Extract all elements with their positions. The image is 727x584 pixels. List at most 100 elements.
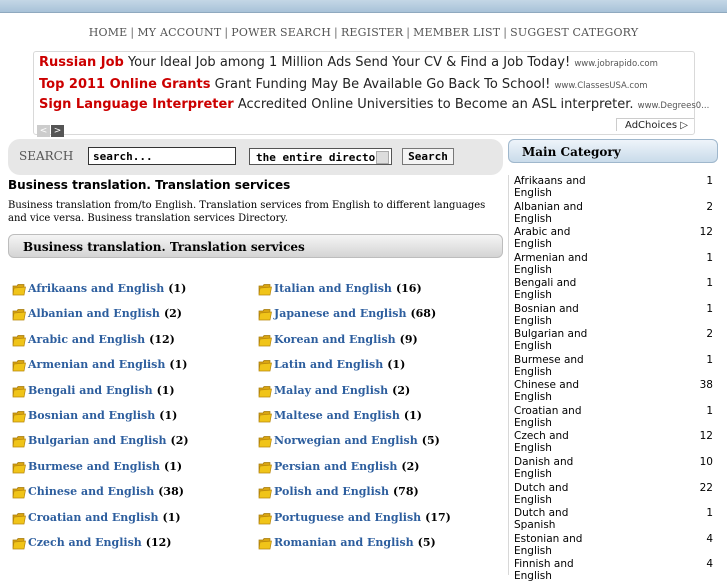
category-link[interactable]: Bosnian and English [28, 409, 155, 422]
sidebar-item[interactable]: Arabic and English 12 [509, 226, 719, 252]
sidebar-item-label[interactable]: Albanian and English [514, 201, 604, 225]
category-link[interactable]: Arabic and English [28, 333, 145, 346]
sidebar-item[interactable]: Dutch and English 22 [509, 482, 719, 508]
nav-link-suggest-category[interactable]: SUGGEST CATEGORY [510, 26, 638, 39]
category-count: (12) [145, 535, 172, 549]
sidebar-item[interactable]: Albanian and English 2 [509, 201, 719, 227]
category-link[interactable]: Malay and English [274, 384, 388, 397]
ad-title[interactable]: Top 2011 Online Grants [39, 77, 211, 92]
sidebar-item-label[interactable]: Danish and English [514, 456, 604, 480]
sidebar-item-label[interactable]: Bulgarian and English [514, 328, 604, 352]
sidebar-item-label[interactable]: Afrikaans and English [514, 175, 604, 199]
ad-url[interactable]: www.ClassesUSA.com [554, 81, 647, 91]
category-link[interactable]: Japanese and English [274, 307, 406, 320]
ad-title[interactable]: Russian Job [39, 55, 124, 70]
category-link[interactable]: Burmese and English [28, 460, 160, 473]
category-count: (1) [164, 459, 183, 473]
category-count: (5) [417, 535, 436, 549]
sidebar-item-label[interactable]: Bosnian and English [514, 303, 604, 327]
category-count: (1) [403, 408, 422, 422]
sidebar-item[interactable]: Czech and English 12 [509, 430, 719, 456]
sidebar-item-label[interactable]: Arabic and English [514, 226, 604, 250]
ad-url[interactable]: www.jobrapido.com [574, 59, 658, 69]
nav-separator: | [503, 26, 508, 39]
sidebar-item-label[interactable]: Dutch and English [514, 482, 604, 506]
ad-title[interactable]: Sign Language Interpreter [39, 97, 234, 112]
category-link[interactable]: Portuguese and English [274, 511, 421, 524]
category-link[interactable]: Persian and English [274, 460, 397, 473]
ad-prev-button[interactable]: < [37, 125, 50, 137]
category-link[interactable]: Polish and English [274, 485, 389, 498]
category-link[interactable]: Czech and English [28, 536, 142, 549]
nav-link-power-search[interactable]: POWER SEARCH [231, 26, 331, 39]
nav-link-member-list[interactable]: MEMBER LIST [413, 26, 500, 39]
sidebar-item[interactable]: Dutch and Spanish 1 [509, 507, 719, 533]
sidebar-item[interactable]: Bulgarian and English 2 [509, 328, 719, 354]
category-link[interactable]: Latin and English [274, 358, 383, 371]
sidebar-item[interactable]: Burmese and English 1 [509, 354, 719, 380]
category-item: Bosnian and English (1) [12, 409, 189, 434]
nav-link-my-account[interactable]: MY ACCOUNT [137, 26, 221, 39]
search-bar: SEARCH the entire directory Search [8, 139, 503, 175]
category-link[interactable]: Bengali and English [28, 384, 153, 397]
sidebar-item[interactable]: Danish and English 10 [509, 456, 719, 482]
search-input[interactable] [88, 147, 236, 165]
category-link[interactable]: Albanian and English [28, 307, 160, 320]
nav-link-register[interactable]: REGISTER [341, 26, 403, 39]
sidebar-item[interactable]: Croatian and English 1 [509, 405, 719, 431]
ad-pager: < > [37, 118, 65, 137]
category-link[interactable]: Italian and English [274, 282, 392, 295]
sidebar-item[interactable]: Estonian and English 4 [509, 533, 719, 559]
sidebar-item-label[interactable]: Armenian and English [514, 252, 604, 276]
sidebar-item-label[interactable]: Dutch and Spanish [514, 507, 604, 531]
sidebar-item-label[interactable]: Chinese and English [514, 379, 604, 403]
sidebar-item-count: 22 [699, 481, 713, 494]
sidebar-item-count: 12 [699, 226, 713, 239]
sidebar-item[interactable]: Bengali and English 1 [509, 277, 719, 303]
adchoices-link[interactable]: AdChoices ▷ [616, 118, 694, 131]
folder-icon [258, 385, 272, 397]
sidebar-item-label[interactable]: Czech and English [514, 430, 604, 454]
ad-next-button[interactable]: > [51, 125, 64, 137]
ad-item[interactable]: Top 2011 Online Grants Grant Funding May… [39, 77, 648, 92]
category-link[interactable]: Croatian and English [28, 511, 159, 524]
category-count: (2) [401, 459, 420, 473]
category-item: Latin and English (1) [258, 358, 451, 383]
sidebar-item[interactable]: Chinese and English 38 [509, 379, 719, 405]
folder-icon [12, 538, 26, 550]
category-link[interactable]: Afrikaans and English [28, 282, 164, 295]
sidebar-item-label[interactable]: Finnish and English [514, 558, 604, 582]
category-link[interactable]: Norwegian and English [274, 434, 418, 447]
sidebar-item-label[interactable]: Burmese and English [514, 354, 604, 378]
category-link[interactable]: Bulgarian and English [28, 434, 167, 447]
ad-url[interactable]: www.Degrees0... [638, 101, 710, 111]
category-link[interactable]: Maltese and English [274, 409, 400, 422]
chevron-down-icon[interactable] [376, 151, 389, 164]
nav-separator: | [334, 26, 338, 39]
top-banner-bar [0, 0, 727, 13]
category-count: (1) [156, 383, 175, 397]
sidebar-item[interactable]: Bosnian and English 1 [509, 303, 719, 329]
search-button[interactable]: Search [402, 148, 454, 165]
category-link[interactable]: Romanian and English [274, 536, 414, 549]
category-item: Armenian and English (1) [12, 358, 189, 383]
category-link[interactable]: Armenian and English [28, 358, 165, 371]
folder-icon [12, 411, 26, 423]
sidebar-item-label[interactable]: Bengali and English [514, 277, 604, 301]
ad-item[interactable]: Sign Language Interpreter Accredited Onl… [39, 97, 709, 112]
nav-separator: | [224, 26, 229, 39]
sidebar-item[interactable]: Finnish and English 4 [509, 558, 719, 584]
category-link[interactable]: Chinese and English [28, 485, 154, 498]
search-scope-select[interactable]: the entire directory [249, 148, 392, 165]
ad-item[interactable]: Russian Job Your Ideal Job among 1 Milli… [39, 55, 658, 70]
sidebar-item-label[interactable]: Croatian and English [514, 405, 604, 429]
sidebar-item-count: 12 [699, 430, 713, 443]
category-item: Maltese and English (1) [258, 409, 451, 434]
category-item: Polish and English (78) [258, 485, 451, 510]
sidebar-item[interactable]: Afrikaans and English 1 [509, 175, 719, 201]
nav-link-home[interactable]: HOME [89, 26, 128, 39]
folder-icon [258, 334, 272, 347]
category-link[interactable]: Korean and English [274, 333, 396, 346]
category-column-right: Italian and English (16) Japanese and Engl… [258, 282, 451, 561]
sidebar-item[interactable]: Armenian and English 1 [509, 252, 719, 278]
